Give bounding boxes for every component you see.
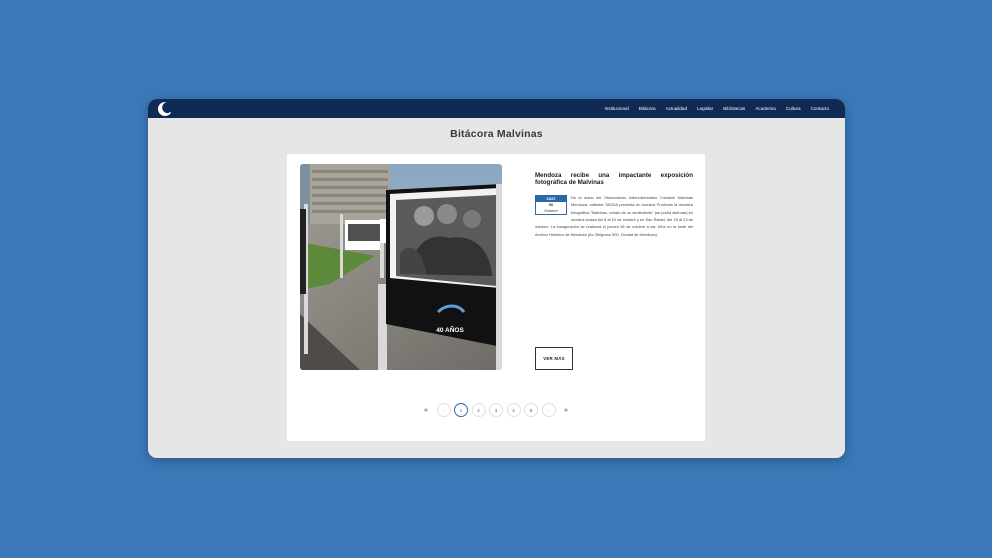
nav-item-cultura[interactable]: Cultura: [786, 106, 801, 111]
photo-caption: 40 AÑOS: [436, 325, 464, 334]
exhibition-photo-icon[interactable]: 40 AÑOS: [300, 164, 502, 370]
crescent-moon-logo-icon[interactable]: [157, 101, 174, 117]
page-4-button[interactable]: 4: [506, 403, 521, 417]
page-1-button[interactable]: 1: [454, 403, 468, 417]
page-5-button[interactable]: 5: [524, 403, 538, 417]
browser-window: Institucional Bitácora Actualidad Legisl…: [148, 99, 845, 458]
prev-page-button[interactable]: ‹: [436, 403, 451, 417]
page-3-button[interactable]: 3: [489, 403, 503, 417]
main-nav: Institucional Bitácora Actualidad Legisl…: [604, 99, 829, 118]
nav-item-legislar[interactable]: Legislar: [697, 106, 713, 111]
page-2-button[interactable]: 2: [471, 403, 486, 417]
nav-item-contacto[interactable]: Contacto: [811, 106, 829, 111]
nav-item-academia[interactable]: Academia: [755, 106, 775, 111]
last-page-button[interactable]: »: [559, 403, 573, 417]
article-card: 40 AÑOS Mendoza recibe una impactante ex…: [287, 154, 705, 441]
date-badge: 2022 06 Octubre: [535, 194, 567, 215]
nav-item-institucional[interactable]: Institucional: [604, 106, 628, 111]
ver-mas-button[interactable]: VER MÁS: [535, 347, 573, 370]
article-content: Mendoza recibe una impactante exposición…: [535, 172, 693, 238]
first-page-button[interactable]: «: [419, 403, 433, 417]
nav-item-bitacora[interactable]: Bitácora: [639, 106, 656, 111]
page-title: Bitácora Malvinas: [450, 128, 543, 140]
next-page-button[interactable]: ›: [541, 403, 556, 417]
date-month: Octubre: [544, 208, 558, 213]
pagination: « ‹ 1 2 3 4 5 › »: [287, 403, 705, 417]
article-body: 2022 06 Octubre De la mano del Observato…: [535, 194, 693, 238]
nav-item-bibliotecas[interactable]: Bibliotecas: [723, 106, 745, 111]
article-title[interactable]: Mendoza recibe una impactante exposición…: [535, 172, 693, 187]
nav-item-actualidad[interactable]: Actualidad: [666, 106, 687, 111]
top-navbar: Institucional Bitácora Actualidad Legisl…: [148, 99, 845, 118]
